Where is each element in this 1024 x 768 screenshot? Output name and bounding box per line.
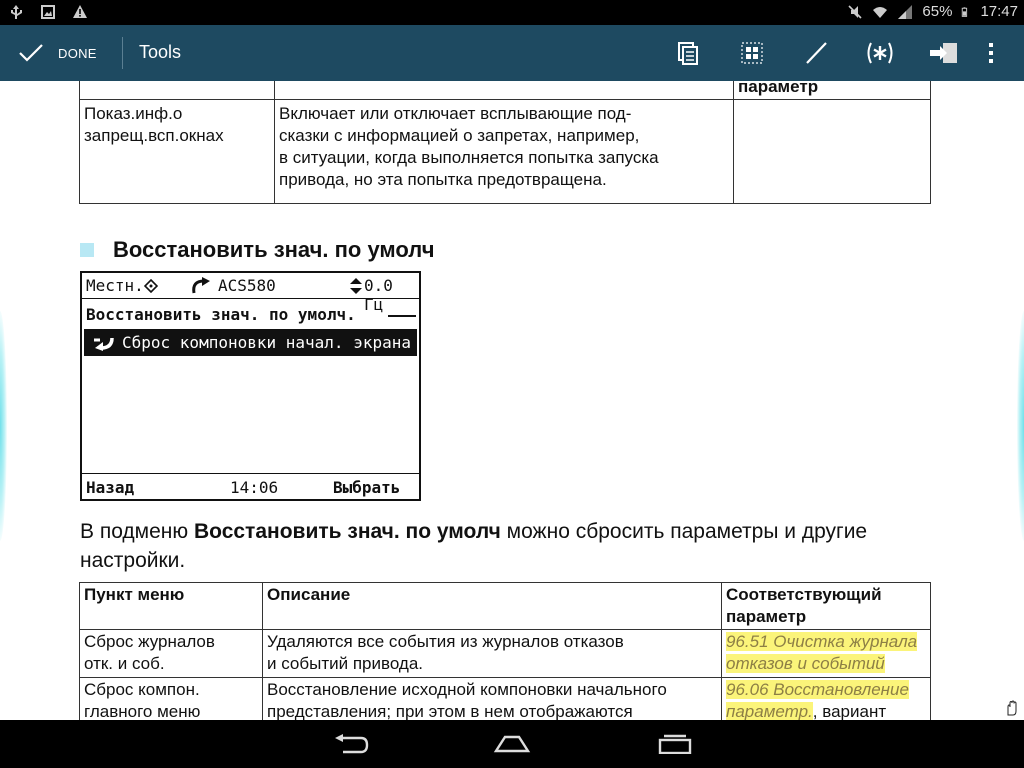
lcd-softkey-bar: Назад 14:06 Выбрать — [82, 473, 419, 499]
battery-percent: 65% — [922, 3, 953, 20]
menu-item-cell: Показ.инф.о запрещ.всп.окнах — [79, 99, 275, 204]
menu-item-cell: Сброс журналов отк. и соб. — [79, 629, 263, 678]
image-icon — [41, 5, 55, 19]
reset-options-table: Пункт меню Описание Соответствующий пара… — [79, 582, 931, 720]
menu-item-cell: Сброс компон. главного меню — [79, 677, 263, 720]
home-icon — [493, 735, 531, 753]
mute-icon — [848, 4, 862, 19]
asterisk-button[interactable] — [848, 25, 912, 81]
back-icon — [335, 734, 369, 754]
recents-nav-button[interactable] — [655, 730, 695, 758]
lcd-mode: Местн. — [86, 276, 144, 295]
up-down-arrow-icon — [350, 278, 362, 294]
table-row: Сброс журналов отк. и соб. Удаляются все… — [79, 629, 931, 678]
parameter-link[interactable]: 96.51 Очистка журнала отказов и событий — [726, 632, 918, 673]
more-menu-button[interactable] — [976, 25, 1006, 81]
navigation-bar — [0, 720, 1024, 768]
lcd-screen: Местн. ACS580 0.0 Гц Восстановить знач. … — [80, 271, 421, 501]
back-nav-button[interactable] — [331, 730, 371, 758]
description-cell: Удаляются все события из журналов отказо… — [262, 629, 722, 678]
document-page[interactable]: параметр Показ.инф.о запрещ.всп.окнах Вк… — [0, 81, 1024, 720]
status-bar: 65% 17:47 — [0, 0, 1024, 25]
rotation-arrow-icon — [192, 277, 210, 294]
paragraph-bold-term: Восстановить знач. по умолч — [193, 520, 501, 543]
lcd-select-softkey[interactable]: Выбрать — [333, 478, 400, 497]
check-icon — [19, 44, 43, 62]
lcd-status-bar: Местн. ACS580 0.0 Гц — [82, 273, 419, 314]
right-edge-glow — [1017, 311, 1024, 541]
table-header-cell — [274, 81, 734, 100]
signal-icon — [898, 4, 913, 19]
done-button[interactable]: DONE — [18, 25, 97, 81]
lcd-frequency: 0.0 Гц — [364, 276, 393, 314]
usb-icon — [11, 5, 22, 19]
lcd-clock: 14:06 — [230, 478, 279, 497]
more-icon — [989, 43, 993, 63]
reset-arrow-icon — [94, 337, 114, 351]
lcd-back-softkey[interactable]: Назад — [86, 478, 134, 497]
body-paragraph: В подменю Восстановить знач. по умолч мо… — [80, 517, 950, 575]
export-button[interactable] — [912, 25, 976, 81]
table-header-cell — [79, 81, 275, 100]
parameter-cell: 96.51 Очистка журнала отказов и событий — [721, 629, 931, 678]
settings-table-top: параметр Показ.инф.о запрещ.всп.окнах Вк… — [79, 81, 931, 204]
screen: 65% 17:47 DONE Tools параметр Показ.инф.… — [0, 0, 1024, 768]
done-label: DONE — [58, 45, 97, 61]
warning-icon — [73, 5, 87, 18]
table-header-row: параметр — [79, 81, 931, 100]
wifi-icon — [873, 6, 888, 18]
description-cell: Восстановление исходной компоновки начал… — [262, 677, 722, 720]
export-icon — [930, 43, 957, 63]
section-heading: Восстановить знач. по умолч — [80, 237, 434, 263]
paragraph-text: В подменю — [80, 520, 194, 543]
toolbar: DONE Tools — [0, 25, 1024, 81]
grid-button[interactable] — [720, 25, 784, 81]
pen-button[interactable] — [784, 25, 848, 81]
table-header-row: Пункт меню Описание Соответствующий пара… — [79, 582, 931, 630]
parameter-cell: 96.06 Восстановление параметр., вариант — [721, 677, 931, 720]
table-header-cell: параметр — [733, 81, 931, 100]
home-nav-button[interactable] — [492, 730, 532, 758]
toolbar-divider — [122, 37, 123, 69]
hand-tool-icon — [1007, 700, 1017, 716]
lcd-selected-label: Сброс компоновки начал. экрана — [122, 333, 411, 352]
parameter-cell — [733, 99, 931, 204]
description-cell: Включает или отключает всплывающие под- … — [274, 99, 734, 204]
square-bullet-icon — [80, 243, 94, 257]
lcd-selected-item[interactable]: Сброс компоновки начал. экрана — [84, 329, 417, 356]
parameter-text: , вариант — [812, 702, 887, 720]
lcd-heading: Восстановить знач. по умолч. — [86, 305, 356, 324]
grid-icon — [741, 42, 763, 64]
table-row: Показ.инф.о запрещ.всп.окнах Включает ил… — [79, 99, 931, 204]
asterisk-icon — [867, 42, 893, 64]
pen-icon — [806, 42, 827, 64]
table-row: Сброс компон. главного меню Восстановлен… — [79, 677, 931, 720]
column-header-parameter: Соответствующий параметр — [721, 582, 931, 630]
pages-button[interactable] — [656, 25, 720, 81]
clock: 17:47 — [980, 3, 1018, 20]
column-header-menu-item: Пункт меню — [79, 582, 263, 630]
recents-icon — [658, 734, 692, 754]
lcd-heading-rule — [388, 315, 416, 317]
lcd-drive: ACS580 — [218, 276, 276, 295]
battery-icon — [962, 6, 968, 17]
column-header-description: Описание — [262, 582, 722, 630]
diamond-icon — [144, 279, 158, 293]
pages-icon — [678, 42, 698, 65]
left-edge-glow — [0, 311, 7, 541]
section-title: Восстановить знач. по умолч — [113, 237, 435, 262]
toolbar-title: Tools — [139, 42, 182, 62]
